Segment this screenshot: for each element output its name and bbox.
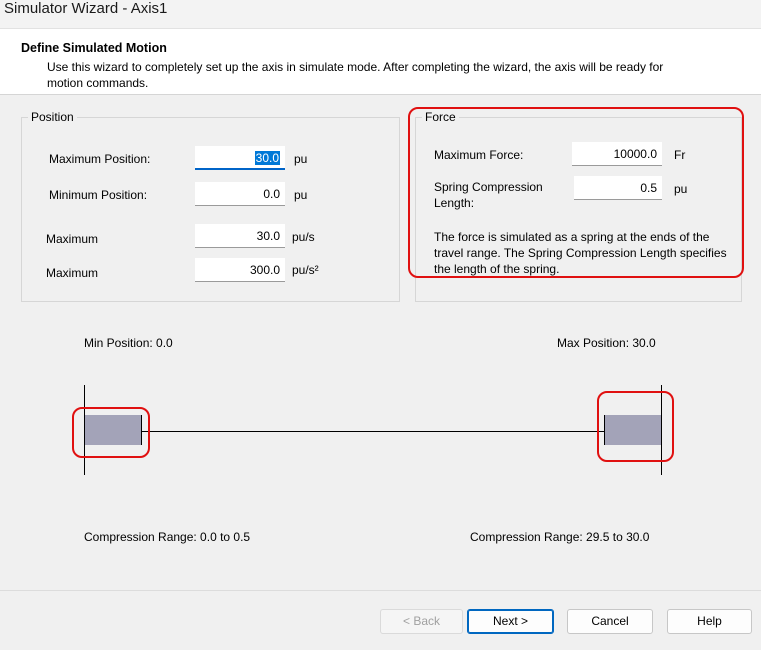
position-group-legend: Position <box>28 110 77 124</box>
right-spring-highlight <box>597 391 674 462</box>
max-accel-label: Maximum <box>46 266 99 280</box>
left-spring-highlight <box>72 407 150 458</box>
wizard-header: Define Simulated Motion Use this wizard … <box>0 29 761 95</box>
page-title: Define Simulated Motion <box>21 41 167 55</box>
max-accel-unit: pu/s² <box>292 263 319 277</box>
max-velocity-unit: pu/s <box>292 230 315 244</box>
max-position-label: Maximum Position: <box>49 152 151 166</box>
page-description: Use this wizard to completely set up the… <box>47 60 664 90</box>
max-position-caption: Max Position: 30.0 <box>557 336 656 350</box>
left-compression-range: Compression Range: 0.0 to 0.5 <box>84 530 251 544</box>
min-position-input[interactable]: 0.0 <box>195 182 285 206</box>
max-position-value: 30.0 <box>254 151 280 165</box>
force-highlight-box <box>408 107 744 278</box>
max-position-unit: pu <box>294 152 308 166</box>
right-compression-range: Compression Range: 29.5 to 30.0 <box>470 530 650 544</box>
min-position-caption: Min Position: 0.0 <box>84 336 173 350</box>
max-position-input[interactable]: 30.0 <box>195 146 285 170</box>
travel-range-line <box>141 431 604 432</box>
title-bar: Simulator Wizard - Axis1 <box>0 0 761 29</box>
window-title: Simulator Wizard - Axis1 <box>4 0 168 17</box>
max-accel-input[interactable]: 300.0 <box>195 258 285 282</box>
back-button[interactable]: < Back <box>380 609 463 634</box>
help-button[interactable]: Help <box>667 609 752 634</box>
max-velocity-label: Maximum <box>46 232 99 246</box>
min-position-label: Minimum Position: <box>49 188 148 202</box>
max-velocity-input[interactable]: 30.0 <box>195 224 285 248</box>
footer-divider <box>0 590 761 591</box>
min-position-unit: pu <box>294 188 308 202</box>
cancel-button[interactable]: Cancel <box>567 609 653 634</box>
next-button[interactable]: Next > <box>467 609 554 634</box>
